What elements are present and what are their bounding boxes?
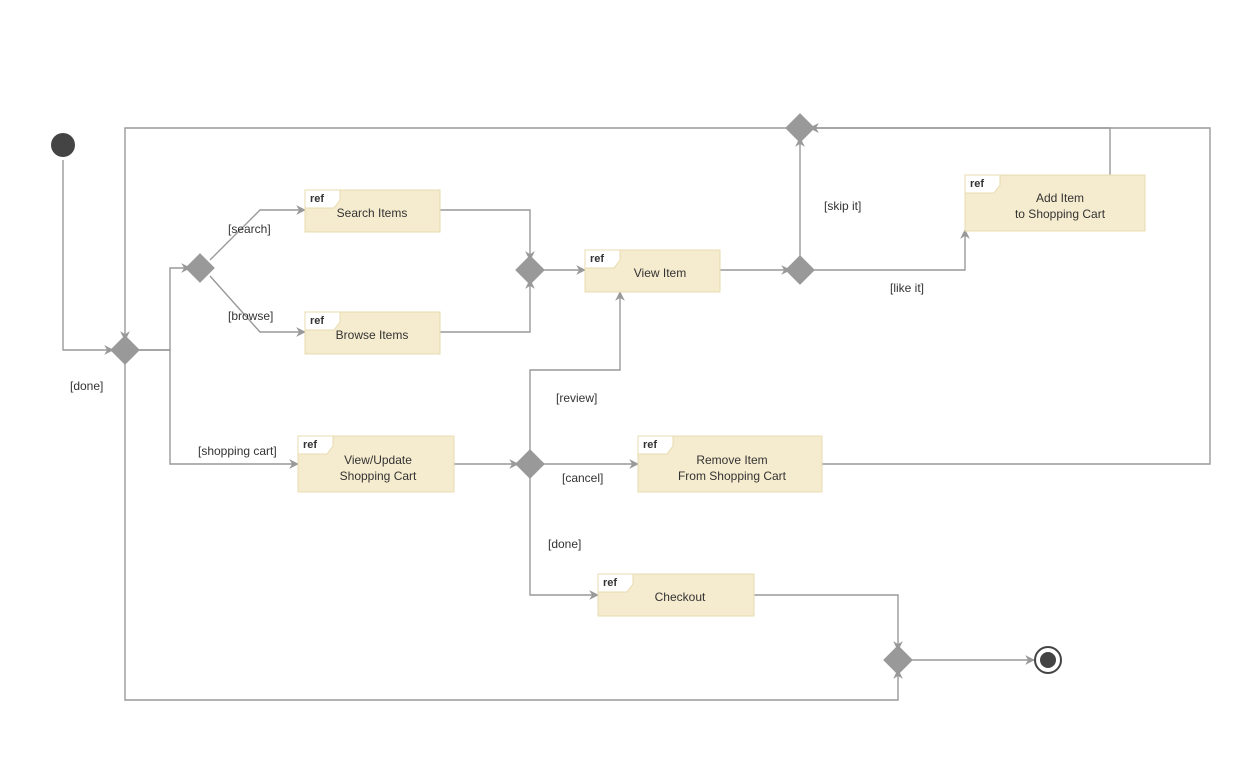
guard-search: [search] [228,222,271,236]
guard-labels: [search] [browse] [shopping cart] [revie… [70,199,924,551]
guard-cancel: [cancel] [562,471,603,485]
node-remove-item: ref Remove Item From Shopping Cart [638,436,822,492]
ref-nodes: ref Search Items ref Browse Items ref Vi… [298,175,1145,616]
guard-browse: [browse] [228,309,273,323]
guard-like-it: [like it] [890,281,924,295]
ref-tag: ref [590,253,604,265]
node-view-item: ref View Item [585,250,720,292]
ref-tag: ref [970,178,984,190]
final-node [1035,647,1061,673]
node-label: Remove Item [696,453,767,467]
decision-nodes [111,114,912,674]
node-browse-items: ref Browse Items [305,312,440,354]
node-label: From Shopping Cart [678,469,787,483]
node-label: Add Item [1036,191,1084,205]
ref-tag: ref [310,193,324,205]
node-label: Browse Items [336,328,409,342]
node-label: Shopping Cart [340,469,417,483]
node-add-item: ref Add Item to Shopping Cart [965,175,1145,231]
guard-skip-it: [skip it] [824,199,861,213]
ref-tag: ref [310,315,324,327]
guard-done-outer: [done] [70,379,103,393]
ref-tag: ref [303,439,317,451]
node-checkout: ref Checkout [598,574,754,616]
guard-done-inner: [done] [548,537,581,551]
guard-shopping-cart: [shopping cart] [198,444,277,458]
node-search-items: ref Search Items [305,190,440,232]
ref-tag: ref [603,577,617,589]
guard-review: [review] [556,391,597,405]
node-label: View/Update [344,453,412,467]
ref-tag: ref [643,439,657,451]
node-label: to Shopping Cart [1015,207,1106,221]
activity-diagram: ref Search Items ref Browse Items ref Vi… [0,0,1254,770]
node-label: View Item [634,266,686,280]
node-label: Search Items [337,206,408,220]
node-label: Checkout [655,590,706,604]
node-view-update-cart: ref View/Update Shopping Cart [298,436,454,492]
initial-node [51,133,75,157]
